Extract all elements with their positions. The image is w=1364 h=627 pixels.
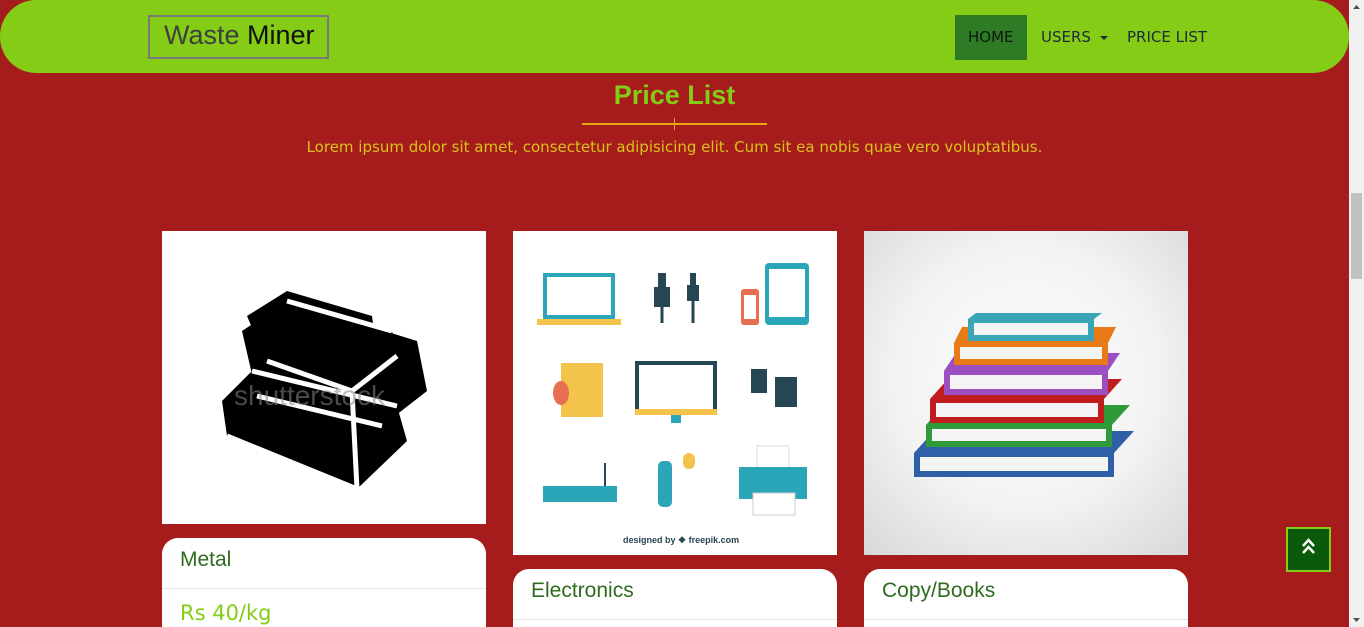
electronics-icons: designed by ❖ freepik.com <box>537 263 809 545</box>
top-navbar: Waste Miner HOME USERS PRICE LIST <box>0 0 1349 73</box>
nav-price-list-label: PRICE LIST <box>1127 28 1208 46</box>
section-title: Price List <box>613 80 736 110</box>
caret-down-icon <box>1099 35 1108 40</box>
books-stack-icon <box>914 313 1134 477</box>
nav-price-list[interactable]: PRICE LIST <box>1114 15 1220 60</box>
nav-users-dropdown[interactable]: USERS <box>1028 15 1121 60</box>
brand-word-2: Miner <box>247 20 315 50</box>
nav-users-label: USERS <box>1041 28 1091 46</box>
title-divider-tick <box>674 118 675 130</box>
page-scrollbar[interactable] <box>1349 0 1364 627</box>
card-title: Electronics <box>531 579 634 602</box>
scrollbar-thumb[interactable] <box>1351 193 1362 279</box>
nav-home[interactable]: HOME <box>955 15 1027 60</box>
brand-word-1: Waste <box>164 20 240 50</box>
electronics-card[interactable]: Electronics <box>513 569 837 627</box>
books-image <box>864 231 1188 555</box>
electronics-image: designed by ❖ freepik.com <box>513 231 837 555</box>
card-price: Rs 40/kg <box>180 601 272 625</box>
card-title: Copy/Books <box>882 579 996 602</box>
scroll-down-arrow-icon[interactable] <box>1349 612 1364 627</box>
scroll-up-arrow-icon[interactable] <box>1349 0 1364 15</box>
section-lead: Lorem ipsum dolor sit amet, consectetur … <box>306 138 1043 156</box>
back-to-top-button[interactable] <box>1286 527 1331 572</box>
watermark-text: shutterstock <box>234 380 386 411</box>
metal-bars-icon: shutterstock <box>222 291 427 492</box>
metal-card[interactable]: Metal Rs 40/kg <box>162 538 486 627</box>
books-card[interactable]: Copy/Books <box>864 569 1188 627</box>
brand-logo[interactable]: Waste Miner <box>148 15 329 59</box>
card-divider <box>864 619 1188 620</box>
metal-image: shutterstock <box>162 231 486 524</box>
card-title: Metal <box>180 548 232 571</box>
nav-home-label: HOME <box>968 28 1014 46</box>
freepik-credit: designed by ❖ freepik.com <box>623 535 739 545</box>
double-chevron-up-icon <box>1302 538 1315 554</box>
card-divider <box>162 588 486 589</box>
card-divider <box>513 619 837 620</box>
